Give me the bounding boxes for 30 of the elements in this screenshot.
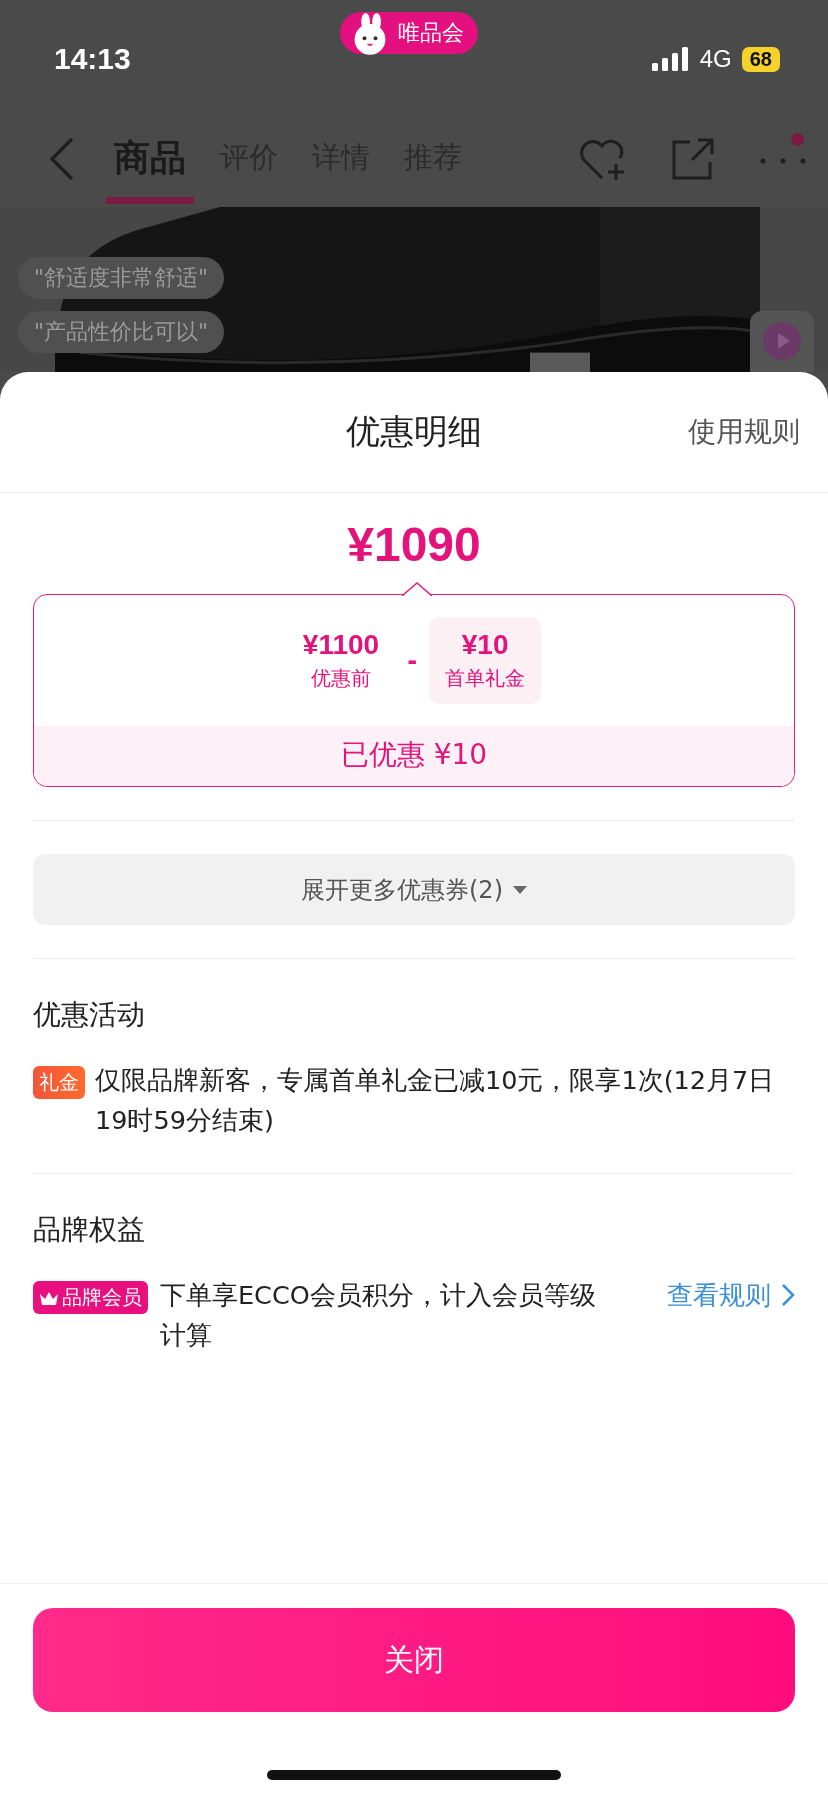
close-button[interactable]: 关闭 xyxy=(33,1608,795,1712)
battery-level: 68 xyxy=(741,46,780,72)
gift-tag: 礼金 xyxy=(33,1066,85,1099)
minus-sign: - xyxy=(407,646,418,675)
back-icon[interactable] xyxy=(48,135,76,182)
chevron-right-icon xyxy=(781,1283,795,1307)
app-name: 唯品会 xyxy=(398,19,464,47)
discount-label: 首单礼金 xyxy=(445,665,526,692)
final-price: ¥1090 xyxy=(347,517,481,572)
saved-amount: 已优惠 ¥10 xyxy=(34,726,794,786)
discount-amount: ¥10 xyxy=(461,629,509,661)
rules-link[interactable]: 使用规则 xyxy=(688,413,800,451)
benefit-text: 仅限品牌新客，专属首单礼金已减10元，限享1次(12月7日19时59分结束) xyxy=(95,1064,776,1137)
review-chip[interactable]: "舒适度非常舒适" xyxy=(18,257,225,299)
sheet-title: 优惠明细 xyxy=(346,410,482,453)
expand-coupons-button[interactable]: 展开更多优惠券(2) xyxy=(33,854,795,925)
review-chip[interactable]: "产品性价比可以" xyxy=(18,311,225,353)
original-price-label: 优惠前 xyxy=(311,665,371,692)
section-heading: 优惠活动 xyxy=(33,997,146,1033)
view-rules-link[interactable]: 查看规则 xyxy=(667,1275,795,1315)
benefit-text: 下单享ECCO会员积分，计入会员等级计算 xyxy=(160,1279,597,1352)
video-button[interactable] xyxy=(750,311,814,372)
member-tag-label: 品牌会员 xyxy=(62,1284,142,1311)
play-icon xyxy=(762,321,802,361)
caret-icon xyxy=(513,884,527,895)
network-label: 4G xyxy=(699,45,732,73)
signal-icon xyxy=(651,47,690,71)
status-time: 14:13 xyxy=(54,42,131,76)
original-price: ¥1100 xyxy=(302,629,380,661)
section-heading: 品牌权益 xyxy=(33,1212,146,1248)
